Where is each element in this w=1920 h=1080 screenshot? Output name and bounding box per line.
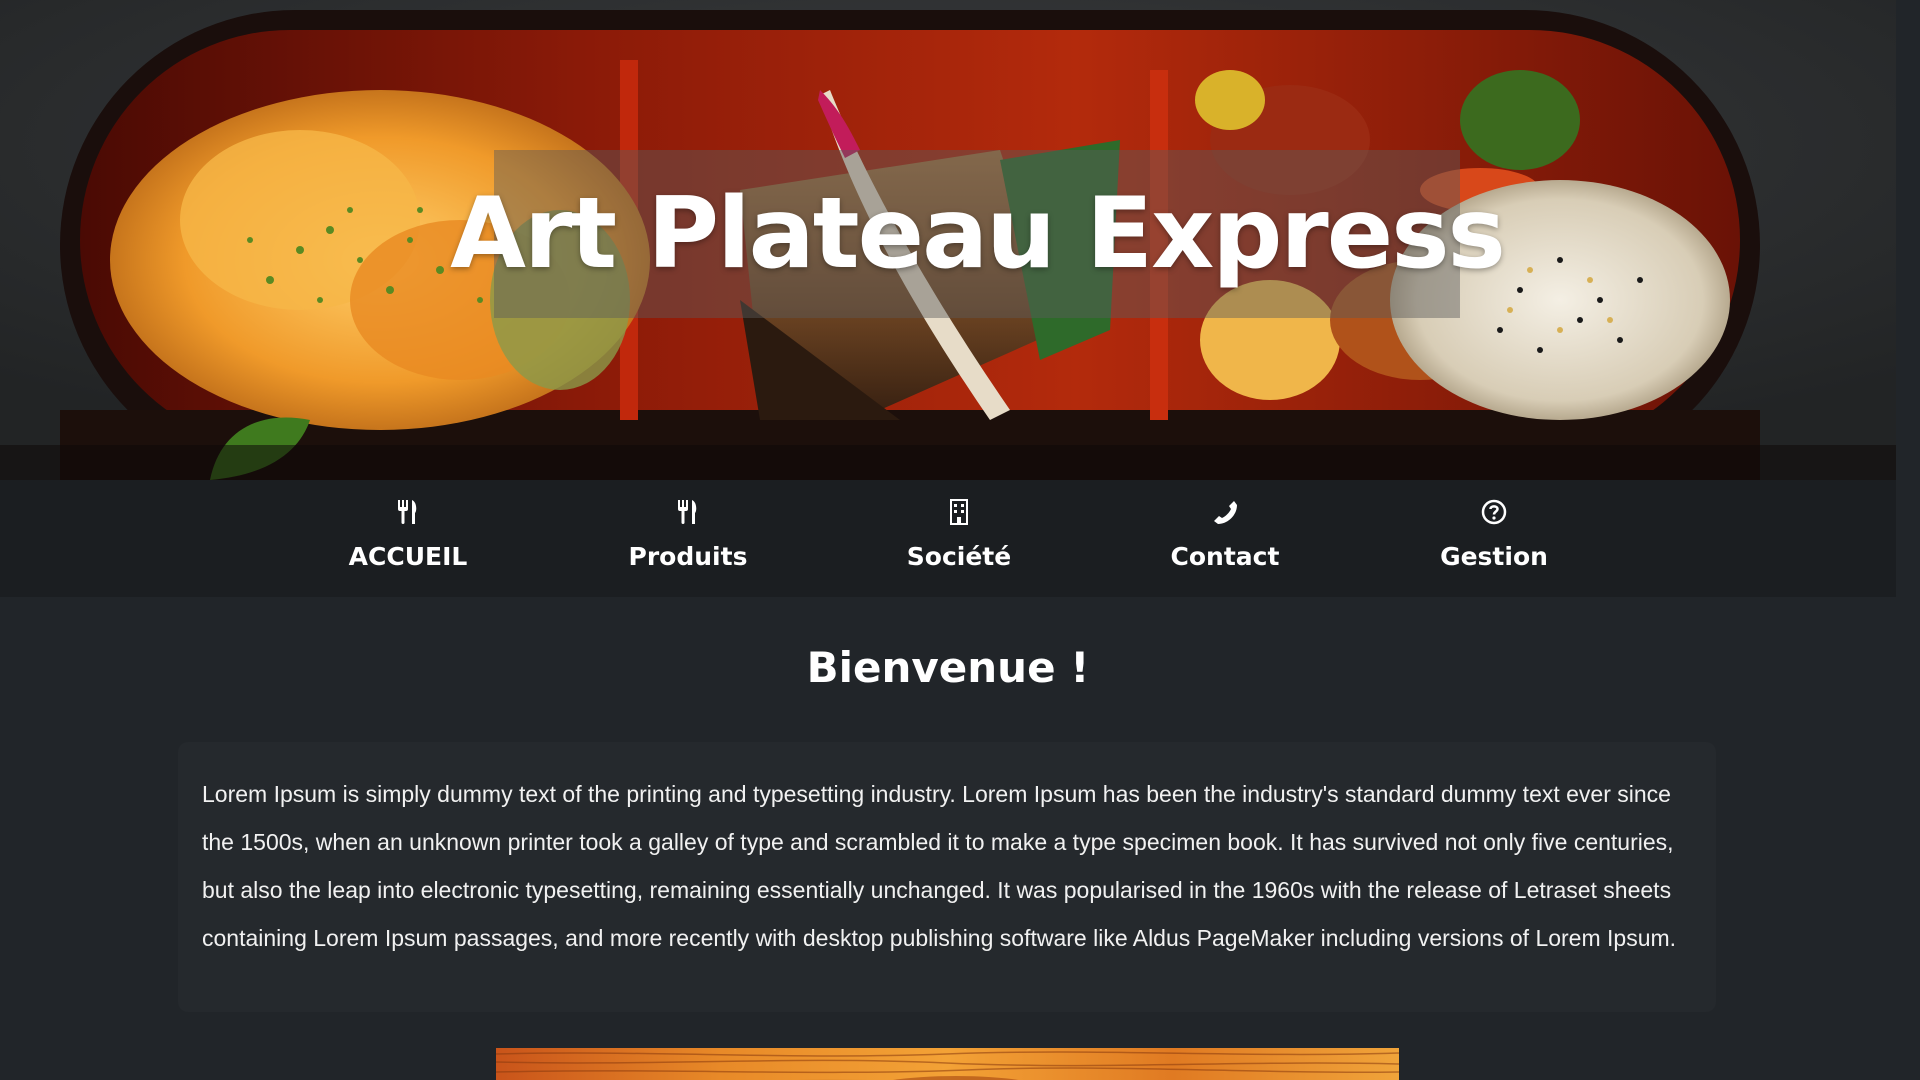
phone-icon: [1211, 498, 1239, 526]
nav-label-accueil: ACCUEIL: [348, 542, 468, 571]
utensils-icon: [394, 498, 422, 526]
product-image: [496, 1048, 1399, 1080]
hero-banner: Art Plateau Express: [0, 0, 1896, 480]
nav-item-contact[interactable]: Contact: [1115, 480, 1335, 597]
nav-label-contact: Contact: [1170, 542, 1280, 571]
intro-paragraph: Lorem Ipsum is simply dummy text of the …: [202, 781, 1677, 951]
nav-label-gestion: Gestion: [1440, 542, 1548, 571]
welcome-heading: Bienvenue !: [806, 643, 1090, 692]
nav-item-societe[interactable]: Société: [849, 480, 1069, 597]
utensils-icon: [674, 498, 702, 526]
building-icon: [945, 498, 973, 526]
page: Art Plateau Express ACCUEIL Produits Soc…: [0, 0, 1896, 1080]
question-circle-icon: [1480, 498, 1508, 526]
hero-title-box: Art Plateau Express: [450, 150, 1506, 318]
intro-card: Lorem Ipsum is simply dummy text of the …: [178, 742, 1716, 1012]
nav-label-societe: Société: [906, 542, 1012, 571]
main-nav: ACCUEIL Produits Société Contact Gestion: [0, 480, 1896, 597]
nav-item-gestion[interactable]: Gestion: [1384, 480, 1604, 597]
nav-item-produits[interactable]: Produits: [578, 480, 798, 597]
site-title: Art Plateau Express: [450, 177, 1506, 291]
nav-item-accueil[interactable]: ACCUEIL: [298, 480, 518, 597]
nav-label-produits: Produits: [628, 542, 748, 571]
